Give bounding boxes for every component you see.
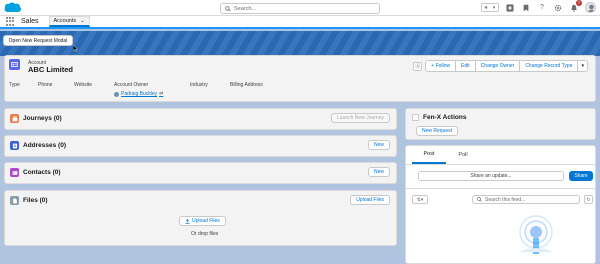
share-button[interactable]: Share — [569, 171, 593, 181]
notifications-button[interactable]: 7 — [569, 0, 582, 13]
global-header: Search... ★ ▾ ? 7 — [0, 0, 600, 16]
feed-tabs: Post Poll — [406, 146, 595, 165]
add-icon[interactable] — [505, 3, 515, 13]
sort-icon: ⇅▾ — [416, 196, 424, 203]
edit-button[interactable]: Edit — [456, 61, 476, 71]
record-header-card: Account ABC Limited Ⓐ + Follow Edit Chan… — [4, 55, 596, 102]
addresses-card: Addresses (0) New — [4, 135, 397, 157]
account-owner-link[interactable]: Padraig Buckley ⇄ — [114, 91, 190, 97]
change-owner-button[interactable]: Change Owner — [475, 61, 521, 71]
owner-avatar — [114, 91, 119, 97]
share-update-input[interactable]: Share an update... — [418, 171, 564, 181]
open-new-request-modal-button[interactable]: Open New Request Modal — [3, 35, 73, 46]
salesforce-logo-icon[interactable] — [4, 2, 22, 14]
account-icon — [9, 59, 20, 70]
chevron-down-icon[interactable]: ⌄ — [80, 18, 85, 24]
fenx-actions-card: Fen-X Actions New Request — [405, 108, 596, 140]
file-icon — [10, 196, 19, 205]
field-billing-address: Billing Address — [230, 82, 263, 88]
favorites-group[interactable]: ★ ▾ — [481, 3, 499, 12]
addresses-title: Addresses (0) — [23, 142, 66, 149]
new-request-button[interactable]: New Request — [416, 126, 459, 136]
fenx-icon — [412, 114, 419, 121]
field-website: Website — [74, 82, 92, 88]
search-icon — [225, 5, 231, 12]
new-address-button[interactable]: New — [367, 140, 390, 150]
setup-gear-icon[interactable] — [553, 3, 563, 13]
record-name: ABC Limited — [28, 65, 73, 74]
field-type: Type — [9, 82, 20, 88]
sort-feed-button[interactable]: ⇅▾ — [412, 195, 428, 204]
refresh-feed-icon[interactable]: ↻ — [584, 195, 593, 204]
feed-divider — [406, 188, 595, 189]
change-record-type-button[interactable]: Change Record Type — [520, 61, 579, 71]
tab-poll[interactable]: Poll — [446, 146, 480, 164]
global-search-input[interactable]: Search... — [220, 3, 380, 14]
chatter-feed-card: Post Poll Share an update... Share ⇅▾ Se… — [405, 145, 596, 264]
upload-files-button[interactable]: Upload Files — [179, 216, 226, 226]
user-avatar[interactable] — [585, 2, 596, 13]
notification-badge: 7 — [576, 0, 582, 6]
app-launcher-icon[interactable] — [6, 17, 15, 26]
chevron-down-icon[interactable]: ▾ — [490, 4, 498, 11]
follow-button[interactable]: + Follow — [426, 61, 457, 71]
star-icon[interactable]: ★ — [482, 4, 490, 11]
guidance-icon[interactable] — [521, 3, 531, 13]
journeys-card: Journeys (0) Launch New Journey — [4, 108, 397, 130]
upload-icon — [185, 218, 190, 224]
mouse-cursor-icon — [73, 45, 78, 52]
more-actions-chevron-down-icon[interactable]: ▾ — [578, 61, 587, 71]
contacts-card: Contacts (0) New — [4, 162, 397, 184]
search-icon — [477, 197, 482, 202]
field-industry: Industry — [190, 82, 208, 88]
contacts-title: Contacts (0) — [23, 169, 61, 176]
change-owner-icon[interactable]: ⇄ — [159, 91, 163, 97]
address-icon — [10, 141, 19, 150]
field-account-owner: Account Owner Padraig Buckley ⇄ — [114, 82, 190, 97]
record-action-buttons: + Follow Edit Change Owner Change Record… — [425, 60, 588, 72]
feed-search-input[interactable]: Search this feed... — [472, 195, 580, 204]
journey-icon — [10, 114, 19, 123]
upload-files-header-button[interactable]: Upload Files — [350, 195, 390, 205]
help-icon[interactable]: ? — [537, 3, 547, 13]
empty-feed-illustration-icon — [515, 212, 557, 256]
app-name: Sales — [21, 18, 39, 25]
files-card: Files (0) Upload Files Upload Files Or d… — [4, 190, 397, 246]
record-type-icon[interactable]: Ⓐ — [413, 61, 423, 71]
header-background-pattern — [0, 31, 600, 56]
drop-files-text: Or drop files — [191, 231, 219, 237]
tab-accounts-label: Accounts — [53, 18, 77, 24]
files-title: Files (0) — [23, 197, 48, 204]
highlights-fields: Type Phone Website Account Owner Padraig… — [9, 82, 290, 97]
field-phone: Phone — [38, 82, 53, 88]
tab-accounts[interactable]: Accounts ⌄ — [48, 16, 90, 27]
journeys-title: Journeys (0) — [23, 115, 62, 122]
tab-post[interactable]: Post — [412, 146, 446, 164]
app-navigation-bar: Sales Accounts ⌄ — [0, 16, 600, 29]
contact-icon — [10, 168, 19, 177]
record-actions: Ⓐ + Follow Edit Change Owner Change Reco… — [413, 60, 588, 72]
search-placeholder: Search... — [234, 5, 257, 12]
new-contact-button[interactable]: New — [367, 167, 390, 177]
launch-new-journey-button[interactable]: Launch New Journey — [331, 113, 390, 123]
fenx-actions-title: Fen-X Actions — [423, 114, 467, 121]
